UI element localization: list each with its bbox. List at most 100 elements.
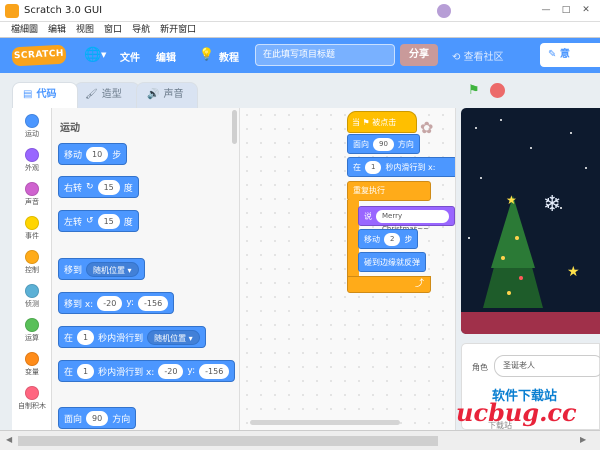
category-sensing[interactable]: 侦测	[12, 284, 52, 308]
steps-input[interactable]: 10	[86, 146, 109, 162]
scroll-left-icon[interactable]: ◀	[6, 435, 12, 444]
santa-thumbnail-icon: ✿	[420, 118, 434, 137]
y-input[interactable]: -156	[138, 295, 169, 311]
share-button[interactable]: 分享	[400, 44, 438, 66]
steps-input[interactable]: 2	[384, 232, 401, 246]
forever-block[interactable]: 重复执行	[347, 181, 431, 201]
point-direction-block[interactable]: 面向 90 方向	[58, 407, 137, 429]
tab-sounds[interactable]: 🔊 声音	[136, 82, 198, 108]
stop-button[interactable]	[490, 83, 505, 98]
close-button[interactable]: ✕	[578, 3, 594, 17]
menu-edit[interactable]: 编辑	[43, 22, 71, 37]
turn-left-block[interactable]: 左转 ↺ 15 度	[58, 210, 139, 232]
palette-scrollbar[interactable]	[232, 110, 237, 144]
move-steps-block[interactable]: 移动 10 步	[58, 143, 128, 165]
x-input[interactable]: -20	[97, 295, 123, 311]
category-my-blocks[interactable]: 自制积木	[12, 386, 52, 410]
glide-xy-block[interactable]: 在 1 秒内滑行到 x: -20 y: -156	[58, 360, 236, 382]
file-menu[interactable]: 文件	[120, 49, 140, 64]
block-text: 说	[364, 211, 372, 221]
community-icon: ⟲	[452, 52, 464, 63]
degrees-input[interactable]: 15	[97, 213, 120, 229]
language-globe-icon[interactable]: 🌐	[84, 47, 101, 63]
stage[interactable]: ❄ ★ ★	[461, 108, 600, 334]
brush-icon: 🖌	[85, 89, 98, 100]
tab-sounds-label: 声音	[163, 89, 184, 100]
code-area[interactable]: 当 ⚑ 被点击 ✿ 面向 90 方向 在 1 秒内滑行到 x: 重复执行 说 Merry …	[240, 108, 456, 430]
degrees-input[interactable]: 15	[97, 179, 120, 195]
block-text: 秒内滑行到 x:	[385, 162, 436, 172]
watermark-sub-text: 下载站	[488, 421, 512, 430]
block-text: 移到 x:	[64, 299, 94, 310]
category-events[interactable]: 事件	[12, 216, 52, 240]
project-title-input[interactable]: 在此填写项目标题	[255, 44, 395, 66]
say-block[interactable]: 说 Merry Christmas~~	[358, 206, 455, 233]
direction-input[interactable]: 90	[373, 137, 394, 151]
tutorials-menu[interactable]: 教程	[219, 49, 239, 64]
community-label: 查看社区	[463, 52, 504, 63]
code-scrollbar[interactable]	[250, 420, 400, 425]
script-move-block[interactable]: 移动 2 步	[358, 229, 419, 249]
category-dot	[25, 352, 39, 366]
scrollbar-thumb[interactable]	[18, 436, 438, 446]
edit-menu[interactable]: 编辑	[156, 49, 176, 64]
sprite-name-input[interactable]: 圣诞老人	[494, 355, 600, 377]
say-text-input[interactable]: Merry Christmas~~	[376, 209, 449, 233]
tab-costumes[interactable]: 🖌 造型	[74, 82, 140, 108]
tab-costumes-label: 造型	[101, 89, 122, 100]
direction-input[interactable]: 90	[86, 410, 109, 426]
block-text: 在	[64, 333, 74, 344]
horizontal-scrollbar[interactable]: ◀ ▶	[0, 430, 600, 450]
tab-code-label: 代码	[36, 89, 57, 100]
maximize-button[interactable]: □	[558, 3, 574, 17]
y-input[interactable]: -156	[199, 363, 230, 379]
block-text: 移动	[364, 234, 380, 244]
title-bar: Scratch 3.0 GUI — □ ✕	[0, 0, 600, 22]
window-controls: — □ ✕	[538, 3, 594, 17]
palette-section-title: 运动	[60, 123, 80, 134]
block-text: 移动	[64, 150, 83, 161]
category-variables[interactable]: 变量	[12, 352, 52, 376]
menu-window[interactable]: 窗口	[99, 22, 127, 37]
script-glide-block[interactable]: 在 1 秒内滑行到 x:	[347, 157, 455, 177]
script-point-direction-block[interactable]: 面向 90 方向	[347, 134, 420, 154]
menu-navigate[interactable]: 导航	[127, 22, 155, 37]
glide-to-block[interactable]: 在 1 秒内滑行到 随机位置 ▾	[58, 326, 206, 348]
see-community-button[interactable]: ⟲ 查看社区	[452, 48, 504, 63]
goto-xy-block[interactable]: 移到 x: -20 y: -156	[58, 292, 175, 314]
block-text: 方向	[112, 414, 131, 425]
menu-view[interactable]: 视图	[71, 22, 99, 37]
green-flag-button[interactable]: ⚑	[468, 83, 480, 98]
scroll-right-icon[interactable]: ▶	[580, 435, 586, 444]
glide-dropdown[interactable]: 随机位置 ▾	[147, 329, 200, 345]
bounce-on-edge-block[interactable]: 碰到边缘就反弹	[358, 252, 426, 272]
menu-new-window[interactable]: 新开窗口	[155, 22, 201, 37]
category-operators[interactable]: 运算	[12, 318, 52, 342]
x-input[interactable]: -20	[158, 363, 184, 379]
goto-dropdown[interactable]: 随机位置 ▾	[86, 261, 139, 277]
tab-code[interactable]: ▤ 代码	[12, 82, 78, 108]
loop-arrow-icon: ⤴	[347, 276, 431, 293]
block-text: 步	[112, 150, 122, 161]
block-text: 移到	[64, 265, 83, 276]
category-label: 运动	[25, 130, 39, 138]
christmas-tree-scene: ❄ ★ ★	[468, 119, 587, 308]
save-button[interactable]: ✎ 意	[540, 43, 600, 67]
minimize-button[interactable]: —	[538, 3, 554, 17]
menu-file[interactable]: 檔細圖	[6, 22, 43, 37]
scratch-logo[interactable]: SCRATCH	[11, 44, 67, 67]
seconds-input[interactable]: 1	[77, 363, 95, 379]
seconds-input[interactable]: 1	[365, 160, 382, 174]
category-label: 运算	[25, 334, 39, 342]
when-flag-clicked-block[interactable]: 当 ⚑ 被点击	[347, 111, 417, 133]
category-looks[interactable]: 外观	[12, 148, 52, 172]
category-control[interactable]: 控制	[12, 250, 52, 274]
block-text: 右转	[64, 183, 83, 194]
goto-block[interactable]: 移到 随机位置 ▾	[58, 258, 145, 280]
block-text: y:	[126, 298, 135, 308]
category-sound[interactable]: 声音	[12, 182, 52, 206]
category-motion[interactable]: 运动	[12, 114, 52, 138]
turn-right-block[interactable]: 右转 ↻ 15 度	[58, 176, 139, 198]
seconds-input[interactable]: 1	[77, 329, 95, 345]
category-label: 自制积木	[18, 402, 46, 410]
